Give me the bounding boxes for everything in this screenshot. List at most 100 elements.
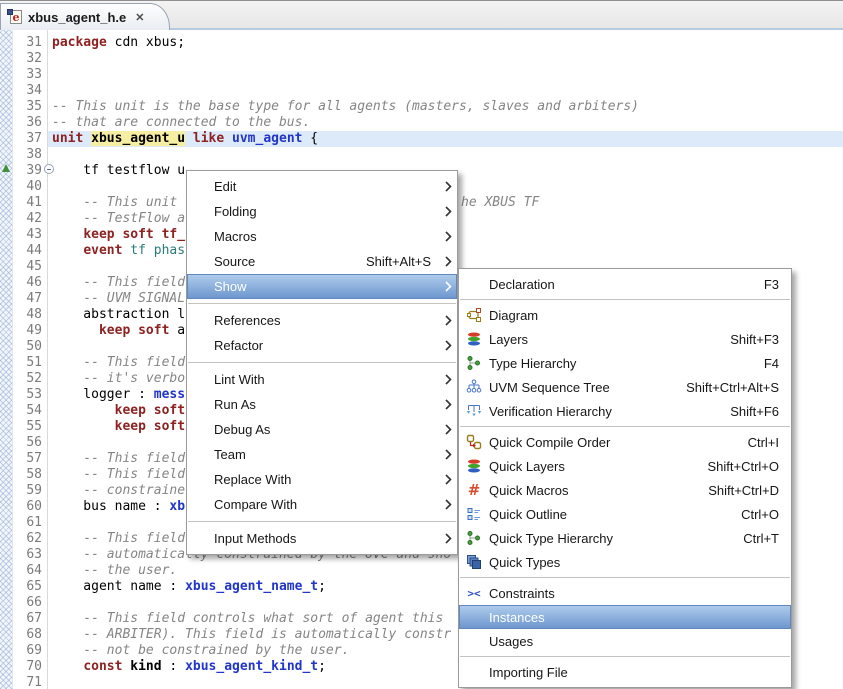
menu-item-label: References	[214, 313, 280, 328]
tab-bar: e xbus_agent_h.e ✕	[0, 0, 843, 30]
menu-item-importing-file[interactable]: Importing File	[459, 660, 791, 684]
menu-item-run-as[interactable]: Run As	[187, 392, 457, 417]
menu-item-edit[interactable]: Edit	[187, 174, 457, 199]
close-icon[interactable]: ✕	[135, 11, 144, 24]
menu-separator	[460, 577, 790, 578]
menu-item-source[interactable]: SourceShift+Alt+S	[187, 249, 457, 274]
line-number: 47	[13, 291, 42, 307]
uvm-sequence-tree-icon	[466, 379, 482, 395]
code-line[interactable]: package cdn xbus;	[52, 35, 185, 51]
code-text: agent name :	[52, 579, 185, 594]
code-text: {	[302, 131, 318, 146]
code-line[interactable]: logger : mess	[52, 387, 185, 403]
verification-hierarchy-icon	[466, 403, 482, 419]
code-line[interactable]: keep soft a	[52, 323, 185, 339]
menu-item-label: Team	[214, 447, 246, 462]
line-number: 52	[13, 371, 42, 387]
code-line[interactable]: -- This field	[52, 275, 185, 291]
menu-item-label: Replace With	[214, 472, 291, 487]
menu-item-declaration[interactable]: DeclarationF3	[459, 272, 791, 296]
menu-separator	[460, 656, 790, 657]
code-line[interactable]: -- that are connected to the bus.	[52, 115, 310, 131]
menu-item-diagram[interactable]: Diagram	[459, 303, 791, 327]
code-line[interactable]: -- not be constrained by the user.	[52, 643, 349, 659]
code-text: -- not be constrained by the user.	[52, 643, 349, 658]
line-number: 48	[13, 307, 42, 323]
code-line[interactable]: -- TestFlow a	[52, 211, 185, 227]
code-line[interactable]: -- This field	[52, 451, 185, 467]
code-text: -- it's verbo	[52, 371, 185, 386]
line-number: 56	[13, 435, 42, 451]
type-hierarchy-icon	[466, 355, 482, 371]
menu-item-type-hierarchy[interactable]: Type HierarchyF4	[459, 351, 791, 375]
line-number: 34	[13, 83, 42, 99]
code-line[interactable]: -- This field	[52, 467, 185, 483]
diagram-icon	[466, 307, 482, 323]
code-line[interactable]: event tf phas	[52, 243, 185, 259]
code-text: const	[83, 659, 130, 674]
menu-item-usages[interactable]: Usages	[459, 629, 791, 653]
menu-item-constraints[interactable]: ><Constraints	[459, 581, 791, 605]
code-line[interactable]: -- This unit is the base type for all ag…	[52, 99, 639, 115]
menu-item-quick-type-hierarchy[interactable]: Quick Type HierarchyCtrl+T	[459, 526, 791, 550]
menu-item-verification-hierarchy[interactable]: Verification HierarchyShift+F6	[459, 399, 791, 423]
menu-item-label: Debug As	[214, 422, 270, 437]
menu-item-quick-macros[interactable]: #Quick MacrosShift+Ctrl+D	[459, 478, 791, 502]
code-line[interactable]: -- ARBITER). This field is automatically…	[52, 627, 451, 643]
menu-item-lint-with[interactable]: Lint With	[187, 367, 457, 392]
menu-item-references[interactable]: References	[187, 308, 457, 333]
gutter-marker-icon	[2, 164, 10, 172]
menu-item-quick-layers[interactable]: Quick LayersShift+Ctrl+O	[459, 454, 791, 478]
code-text: unit	[52, 131, 91, 146]
code-line[interactable]: -- This unithe XBUS TF	[52, 195, 177, 211]
code-line[interactable]: -- it's verbo	[52, 371, 185, 387]
code-line[interactable]: const kind : xbus_agent_kind_t;	[52, 659, 326, 675]
menu-item-quick-compile-order[interactable]: Quick Compile OrderCtrl+I	[459, 430, 791, 454]
code-line[interactable]: agent name : xbus_agent_name_t;	[52, 579, 326, 595]
menu-item-layers[interactable]: LayersShift+F3	[459, 327, 791, 351]
menu-item-team[interactable]: Team	[187, 442, 457, 467]
submenu-arrow-icon	[439, 449, 457, 460]
submenu-arrow-icon	[439, 533, 457, 544]
code-line[interactable]: -- constraine	[52, 483, 185, 499]
editor-tab[interactable]: e xbus_agent_h.e ✕	[0, 3, 170, 30]
code-text: tf phas	[130, 243, 185, 258]
submenu-arrow-icon	[439, 281, 457, 292]
code-line[interactable]: keep soft	[52, 403, 185, 419]
svg-text:e: e	[13, 11, 20, 24]
code-text: keep soft	[115, 419, 185, 434]
menu-item-instances[interactable]: Instances	[459, 605, 791, 629]
menu-shortcut: Ctrl+I	[748, 435, 791, 450]
code-line[interactable]: -- This field	[52, 355, 185, 371]
code-text	[52, 323, 99, 338]
line-number: 55	[13, 419, 42, 435]
code-line[interactable]: -- the user.	[52, 563, 177, 579]
menu-item-folding[interactable]: Folding	[187, 199, 457, 224]
fold-collapse-icon[interactable]	[44, 164, 54, 174]
menu-item-show[interactable]: Show	[187, 274, 457, 299]
menu-item-uvm-sequence-tree[interactable]: UVM Sequence TreeShift+Ctrl+Alt+S	[459, 375, 791, 399]
line-number: 50	[13, 339, 42, 355]
menu-item-debug-as[interactable]: Debug As	[187, 417, 457, 442]
code-line[interactable]: -- This field controls what sort of agen…	[52, 611, 451, 627]
editor-pane: 3132333435363738394041424344454647484950…	[0, 30, 843, 689]
menu-item-quick-outline[interactable]: Quick OutlineCtrl+O	[459, 502, 791, 526]
menu-item-quick-types[interactable]: Quick Types	[459, 550, 791, 574]
code-line[interactable]: keep soft tf_	[52, 227, 185, 243]
code-text: -- This unit	[52, 195, 177, 210]
submenu-arrow-icon	[439, 256, 457, 267]
line-number: 62	[13, 531, 42, 547]
code-line[interactable]: keep soft	[52, 419, 185, 435]
menu-shortcut: Shift+Ctrl+D	[708, 483, 791, 498]
menu-item-compare-with[interactable]: Compare With	[187, 492, 457, 517]
menu-item-label: Refactor	[214, 338, 263, 353]
menu-item-input-methods[interactable]: Input Methods	[187, 526, 457, 551]
menu-item-refactor[interactable]: Refactor	[187, 333, 457, 358]
code-line[interactable]: abstraction l	[52, 307, 185, 323]
menu-item-macros[interactable]: Macros	[187, 224, 457, 249]
code-line[interactable]: unit xbus_agent_u like uvm_agent {	[52, 131, 318, 147]
code-line[interactable]: tf testflow u	[52, 163, 185, 179]
code-text: -- This field	[52, 467, 185, 482]
code-line[interactable]: -- UVM SIGNAL	[52, 291, 185, 307]
menu-item-replace-with[interactable]: Replace With	[187, 467, 457, 492]
